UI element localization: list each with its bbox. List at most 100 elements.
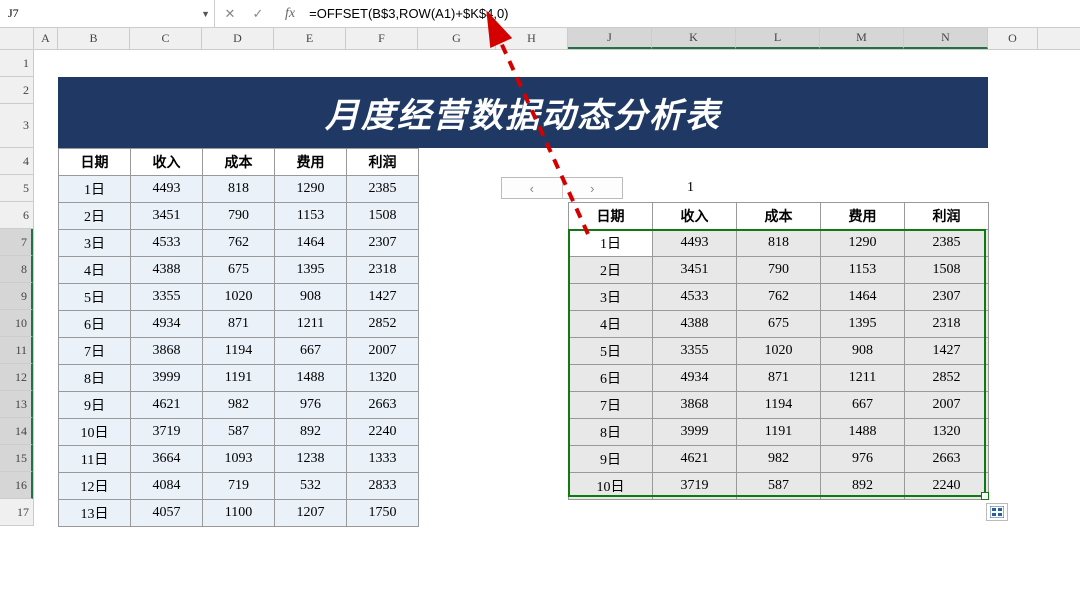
table-cell[interactable]: 3日 <box>59 230 131 257</box>
table-cell[interactable]: 1日 <box>569 230 653 257</box>
table-cell[interactable]: 6日 <box>569 365 653 392</box>
row-header-10[interactable]: 10 <box>0 310 33 337</box>
table-cell[interactable]: 1191 <box>737 419 821 446</box>
table-cell[interactable]: 9日 <box>569 446 653 473</box>
table-cell[interactable]: 3719 <box>653 473 737 500</box>
table-cell[interactable]: 1290 <box>275 176 347 203</box>
table-cell[interactable]: 2307 <box>905 284 989 311</box>
table-cell[interactable]: 4084 <box>131 473 203 500</box>
table-cell[interactable]: 3355 <box>131 284 203 311</box>
table-cell[interactable]: 2663 <box>905 446 989 473</box>
table-cell[interactable]: 2833 <box>347 473 419 500</box>
column-header-F[interactable]: F <box>346 28 418 49</box>
column-header-L[interactable]: L <box>736 28 820 49</box>
column-header-O[interactable]: O <box>988 28 1038 49</box>
table-cell[interactable]: 2663 <box>347 392 419 419</box>
table-cell[interactable]: 4533 <box>131 230 203 257</box>
table-cell[interactable]: 4388 <box>131 257 203 284</box>
row-header-3[interactable]: 3 <box>0 104 33 148</box>
cancel-formula-icon[interactable]: ✕ <box>221 6 239 22</box>
table-cell[interactable]: 587 <box>737 473 821 500</box>
table-cell[interactable]: 2385 <box>905 230 989 257</box>
table-cell[interactable]: 667 <box>821 392 905 419</box>
table-cell[interactable]: 3999 <box>131 365 203 392</box>
table-cell[interactable]: 675 <box>203 257 275 284</box>
table-cell[interactable]: 4621 <box>131 392 203 419</box>
scroll-spinner[interactable]: ‹ › <box>501 177 623 199</box>
table-cell[interactable]: 871 <box>203 311 275 338</box>
table-cell[interactable]: 12日 <box>59 473 131 500</box>
table-cell[interactable]: 1508 <box>347 203 419 230</box>
table-cell[interactable]: 8日 <box>59 365 131 392</box>
table-cell[interactable]: 1211 <box>821 365 905 392</box>
table-cell[interactable]: 1100 <box>203 500 275 527</box>
row-header-15[interactable]: 15 <box>0 445 33 472</box>
table-cell[interactable]: 13日 <box>59 500 131 527</box>
table-cell[interactable]: 2318 <box>905 311 989 338</box>
table-cell[interactable]: 2240 <box>905 473 989 500</box>
table-cell[interactable]: 1020 <box>737 338 821 365</box>
table-cell[interactable]: 976 <box>275 392 347 419</box>
row-header-6[interactable]: 6 <box>0 202 33 229</box>
column-header-B[interactable]: B <box>58 28 130 49</box>
table-cell[interactable]: 1290 <box>821 230 905 257</box>
spinner-next-icon[interactable]: › <box>562 178 622 198</box>
column-header-J[interactable]: J <box>568 28 652 49</box>
table-cell[interactable]: 1488 <box>821 419 905 446</box>
table-cell[interactable]: 2318 <box>347 257 419 284</box>
column-header-C[interactable]: C <box>130 28 202 49</box>
table-cell[interactable]: 4057 <box>131 500 203 527</box>
table-cell[interactable]: 1395 <box>275 257 347 284</box>
table-cell[interactable]: 675 <box>737 311 821 338</box>
row-header-4[interactable]: 4 <box>0 148 33 175</box>
table-cell[interactable]: 1153 <box>275 203 347 230</box>
table-cell[interactable]: 587 <box>203 419 275 446</box>
table-cell[interactable]: 4493 <box>653 230 737 257</box>
table-cell[interactable]: 532 <box>275 473 347 500</box>
table-cell[interactable]: 3日 <box>569 284 653 311</box>
table-cell[interactable]: 1191 <box>203 365 275 392</box>
table-cell[interactable]: 892 <box>821 473 905 500</box>
table-cell[interactable]: 976 <box>821 446 905 473</box>
row-header-9[interactable]: 9 <box>0 283 33 310</box>
column-header-H[interactable]: H <box>496 28 568 49</box>
column-header-K[interactable]: K <box>652 28 736 49</box>
table-cell[interactable]: 1211 <box>275 311 347 338</box>
table-cell[interactable]: 1日 <box>59 176 131 203</box>
column-header-A[interactable]: A <box>34 28 58 49</box>
table-cell[interactable]: 3355 <box>653 338 737 365</box>
table-cell[interactable]: 1320 <box>347 365 419 392</box>
table-cell[interactable]: 2日 <box>569 257 653 284</box>
table-cell[interactable]: 1194 <box>203 338 275 365</box>
table-cell[interactable]: 1093 <box>203 446 275 473</box>
table-cell[interactable]: 2852 <box>905 365 989 392</box>
table-cell[interactable]: 1194 <box>737 392 821 419</box>
table-cell[interactable]: 1427 <box>347 284 419 311</box>
table-cell[interactable]: 3451 <box>653 257 737 284</box>
table-cell[interactable]: 2日 <box>59 203 131 230</box>
row-header-13[interactable]: 13 <box>0 391 33 418</box>
table-cell[interactable]: 2007 <box>905 392 989 419</box>
table-cell[interactable]: 2852 <box>347 311 419 338</box>
table-cell[interactable]: 1464 <box>275 230 347 257</box>
table-cell[interactable]: 10日 <box>569 473 653 500</box>
table-cell[interactable]: 982 <box>737 446 821 473</box>
table-cell[interactable]: 719 <box>203 473 275 500</box>
table-cell[interactable]: 1750 <box>347 500 419 527</box>
accept-formula-icon[interactable]: ✓ <box>249 6 267 22</box>
table-cell[interactable]: 982 <box>203 392 275 419</box>
spinner-prev-icon[interactable]: ‹ <box>502 178 562 198</box>
table-cell[interactable]: 762 <box>203 230 275 257</box>
table-cell[interactable]: 1238 <box>275 446 347 473</box>
table-cell[interactable]: 790 <box>737 257 821 284</box>
row-header-11[interactable]: 11 <box>0 337 33 364</box>
column-header-N[interactable]: N <box>904 28 988 49</box>
table-cell[interactable]: 2007 <box>347 338 419 365</box>
column-header-D[interactable]: D <box>202 28 274 49</box>
table-cell[interactable]: 3999 <box>653 419 737 446</box>
table-cell[interactable]: 818 <box>737 230 821 257</box>
table-cell[interactable]: 4388 <box>653 311 737 338</box>
table-cell[interactable]: 1333 <box>347 446 419 473</box>
table-cell[interactable]: 790 <box>203 203 275 230</box>
formula-input[interactable]: =OFFSET(B$3,ROW(A1)+$K$4,0) <box>301 6 1080 21</box>
